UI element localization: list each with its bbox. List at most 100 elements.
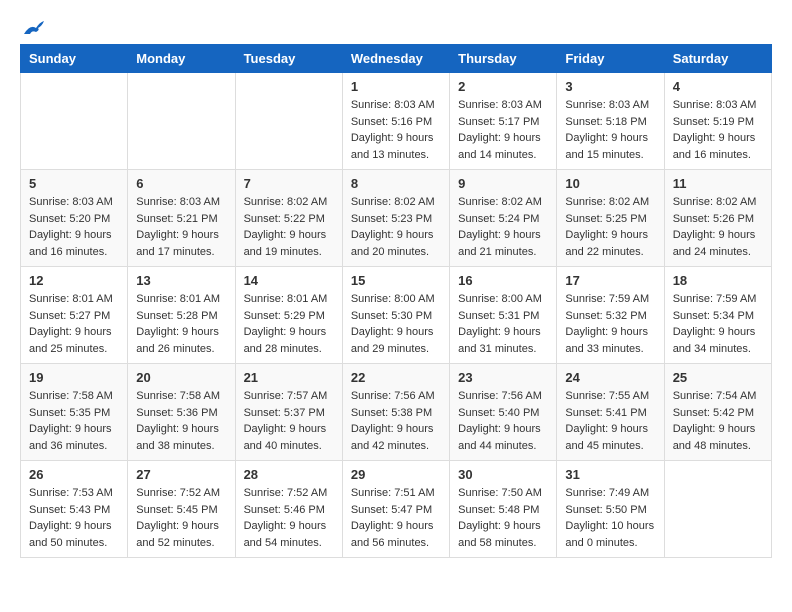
- day-number: 23: [458, 370, 548, 385]
- day-info: Sunrise: 8:03 AM Sunset: 5:18 PM Dayligh…: [565, 97, 655, 163]
- logo: [20, 20, 44, 34]
- day-number: 17: [565, 273, 655, 288]
- day-info: Sunrise: 8:03 AM Sunset: 5:16 PM Dayligh…: [351, 97, 441, 163]
- calendar-table: SundayMondayTuesdayWednesdayThursdayFrid…: [20, 44, 772, 558]
- calendar-cell: 27 Sunrise: 7:52 AM Sunset: 5:45 PM Dayli…: [128, 461, 235, 558]
- calendar-cell: 15 Sunrise: 8:00 AM Sunset: 5:30 PM Dayli…: [342, 267, 449, 364]
- calendar-cell: 17Sunrise: 7:59 AM Sunset: 5:32 PM Dayli…: [557, 267, 664, 364]
- calendar-cell: [21, 73, 128, 170]
- day-info: Sunrise: 7:56 AM Sunset: 5:40 PM Dayligh…: [458, 388, 548, 454]
- day-number: 1: [351, 79, 441, 94]
- day-info: Sunrise: 7:55 AM Sunset: 5:41 PM Dayligh…: [565, 388, 655, 454]
- day-number: 8: [351, 176, 441, 191]
- calendar-week-row: 1 Sunrise: 8:03 AM Sunset: 5:16 PM Daylig…: [21, 73, 772, 170]
- day-info: Sunrise: 7:51 AM Sunset: 5:47 PM Dayligh…: [351, 485, 441, 551]
- day-number: 27: [136, 467, 226, 482]
- calendar-cell: 26 Sunrise: 7:53 AM Sunset: 5:43 PM Dayli…: [21, 461, 128, 558]
- day-number: 18: [673, 273, 763, 288]
- day-info: Sunrise: 8:01 AM Sunset: 5:29 PM Dayligh…: [244, 291, 334, 357]
- day-number: 26: [29, 467, 119, 482]
- col-header-monday: Monday: [128, 45, 235, 73]
- col-header-friday: Friday: [557, 45, 664, 73]
- day-info: Sunrise: 8:02 AM Sunset: 5:22 PM Dayligh…: [244, 194, 334, 260]
- day-info: Sunrise: 8:03 AM Sunset: 5:21 PM Dayligh…: [136, 194, 226, 260]
- day-number: 12: [29, 273, 119, 288]
- day-number: 21: [244, 370, 334, 385]
- day-info: Sunrise: 7:49 AM Sunset: 5:50 PM Dayligh…: [565, 485, 655, 551]
- day-number: 15: [351, 273, 441, 288]
- day-info: Sunrise: 8:03 AM Sunset: 5:17 PM Dayligh…: [458, 97, 548, 163]
- day-number: 9: [458, 176, 548, 191]
- col-header-saturday: Saturday: [664, 45, 771, 73]
- calendar-cell: 19Sunrise: 7:58 AM Sunset: 5:35 PM Dayli…: [21, 364, 128, 461]
- day-number: 2: [458, 79, 548, 94]
- day-info: Sunrise: 7:56 AM Sunset: 5:38 PM Dayligh…: [351, 388, 441, 454]
- calendar-cell: 22Sunrise: 7:56 AM Sunset: 5:38 PM Dayli…: [342, 364, 449, 461]
- page-header: [20, 20, 772, 34]
- day-number: 14: [244, 273, 334, 288]
- day-number: 25: [673, 370, 763, 385]
- calendar-cell: 7 Sunrise: 8:02 AM Sunset: 5:22 PM Daylig…: [235, 170, 342, 267]
- day-info: Sunrise: 7:59 AM Sunset: 5:34 PM Dayligh…: [673, 291, 763, 357]
- calendar-cell: 30 Sunrise: 7:50 AM Sunset: 5:48 PM Dayli…: [450, 461, 557, 558]
- day-number: 5: [29, 176, 119, 191]
- calendar-cell: 11 Sunrise: 8:02 AM Sunset: 5:26 PM Dayli…: [664, 170, 771, 267]
- calendar-cell: 4Sunrise: 8:03 AM Sunset: 5:19 PM Daylig…: [664, 73, 771, 170]
- calendar-week-row: 26 Sunrise: 7:53 AM Sunset: 5:43 PM Dayli…: [21, 461, 772, 558]
- calendar-cell: 5 Sunrise: 8:03 AM Sunset: 5:20 PM Daylig…: [21, 170, 128, 267]
- calendar-cell: 21 Sunrise: 7:57 AM Sunset: 5:37 PM Dayli…: [235, 364, 342, 461]
- day-number: 7: [244, 176, 334, 191]
- calendar-cell: [664, 461, 771, 558]
- calendar-cell: 2 Sunrise: 8:03 AM Sunset: 5:17 PM Daylig…: [450, 73, 557, 170]
- day-number: 28: [244, 467, 334, 482]
- calendar-header-row: SundayMondayTuesdayWednesdayThursdayFrid…: [21, 45, 772, 73]
- day-info: Sunrise: 8:02 AM Sunset: 5:25 PM Dayligh…: [565, 194, 655, 260]
- day-info: Sunrise: 8:00 AM Sunset: 5:31 PM Dayligh…: [458, 291, 548, 357]
- calendar-cell: 25 Sunrise: 7:54 AM Sunset: 5:42 PM Dayli…: [664, 364, 771, 461]
- day-info: Sunrise: 7:52 AM Sunset: 5:45 PM Dayligh…: [136, 485, 226, 551]
- day-number: 20: [136, 370, 226, 385]
- day-number: 29: [351, 467, 441, 482]
- calendar-cell: 1 Sunrise: 8:03 AM Sunset: 5:16 PM Daylig…: [342, 73, 449, 170]
- day-info: Sunrise: 7:57 AM Sunset: 5:37 PM Dayligh…: [244, 388, 334, 454]
- calendar-week-row: 5 Sunrise: 8:03 AM Sunset: 5:20 PM Daylig…: [21, 170, 772, 267]
- calendar-cell: 18 Sunrise: 7:59 AM Sunset: 5:34 PM Dayli…: [664, 267, 771, 364]
- calendar-cell: 3Sunrise: 8:03 AM Sunset: 5:18 PM Daylig…: [557, 73, 664, 170]
- day-info: Sunrise: 7:53 AM Sunset: 5:43 PM Dayligh…: [29, 485, 119, 551]
- calendar-cell: 10Sunrise: 8:02 AM Sunset: 5:25 PM Dayli…: [557, 170, 664, 267]
- calendar-cell: 29 Sunrise: 7:51 AM Sunset: 5:47 PM Dayli…: [342, 461, 449, 558]
- day-info: Sunrise: 7:54 AM Sunset: 5:42 PM Dayligh…: [673, 388, 763, 454]
- col-header-sunday: Sunday: [21, 45, 128, 73]
- calendar-cell: [235, 73, 342, 170]
- day-number: 11: [673, 176, 763, 191]
- calendar-cell: 8Sunrise: 8:02 AM Sunset: 5:23 PM Daylig…: [342, 170, 449, 267]
- day-info: Sunrise: 8:00 AM Sunset: 5:30 PM Dayligh…: [351, 291, 441, 357]
- day-info: Sunrise: 8:03 AM Sunset: 5:20 PM Dayligh…: [29, 194, 119, 260]
- day-info: Sunrise: 7:58 AM Sunset: 5:35 PM Dayligh…: [29, 388, 119, 454]
- day-info: Sunrise: 7:52 AM Sunset: 5:46 PM Dayligh…: [244, 485, 334, 551]
- calendar-cell: 20 Sunrise: 7:58 AM Sunset: 5:36 PM Dayli…: [128, 364, 235, 461]
- logo-bird-icon: [22, 20, 44, 38]
- day-number: 4: [673, 79, 763, 94]
- calendar-cell: 28 Sunrise: 7:52 AM Sunset: 5:46 PM Dayli…: [235, 461, 342, 558]
- calendar-cell: 13 Sunrise: 8:01 AM Sunset: 5:28 PM Dayli…: [128, 267, 235, 364]
- day-info: Sunrise: 8:02 AM Sunset: 5:24 PM Dayligh…: [458, 194, 548, 260]
- col-header-thursday: Thursday: [450, 45, 557, 73]
- day-number: 31: [565, 467, 655, 482]
- day-info: Sunrise: 8:01 AM Sunset: 5:28 PM Dayligh…: [136, 291, 226, 357]
- calendar-cell: 23 Sunrise: 7:56 AM Sunset: 5:40 PM Dayli…: [450, 364, 557, 461]
- day-info: Sunrise: 7:58 AM Sunset: 5:36 PM Dayligh…: [136, 388, 226, 454]
- calendar-week-row: 12Sunrise: 8:01 AM Sunset: 5:27 PM Dayli…: [21, 267, 772, 364]
- day-info: Sunrise: 7:50 AM Sunset: 5:48 PM Dayligh…: [458, 485, 548, 551]
- calendar-cell: 24Sunrise: 7:55 AM Sunset: 5:41 PM Dayli…: [557, 364, 664, 461]
- calendar-week-row: 19Sunrise: 7:58 AM Sunset: 5:35 PM Dayli…: [21, 364, 772, 461]
- day-number: 16: [458, 273, 548, 288]
- day-number: 30: [458, 467, 548, 482]
- col-header-wednesday: Wednesday: [342, 45, 449, 73]
- calendar-cell: 16 Sunrise: 8:00 AM Sunset: 5:31 PM Dayli…: [450, 267, 557, 364]
- calendar-cell: [128, 73, 235, 170]
- calendar-cell: 31 Sunrise: 7:49 AM Sunset: 5:50 PM Dayli…: [557, 461, 664, 558]
- day-number: 13: [136, 273, 226, 288]
- day-info: Sunrise: 8:02 AM Sunset: 5:26 PM Dayligh…: [673, 194, 763, 260]
- calendar-cell: 14 Sunrise: 8:01 AM Sunset: 5:29 PM Dayli…: [235, 267, 342, 364]
